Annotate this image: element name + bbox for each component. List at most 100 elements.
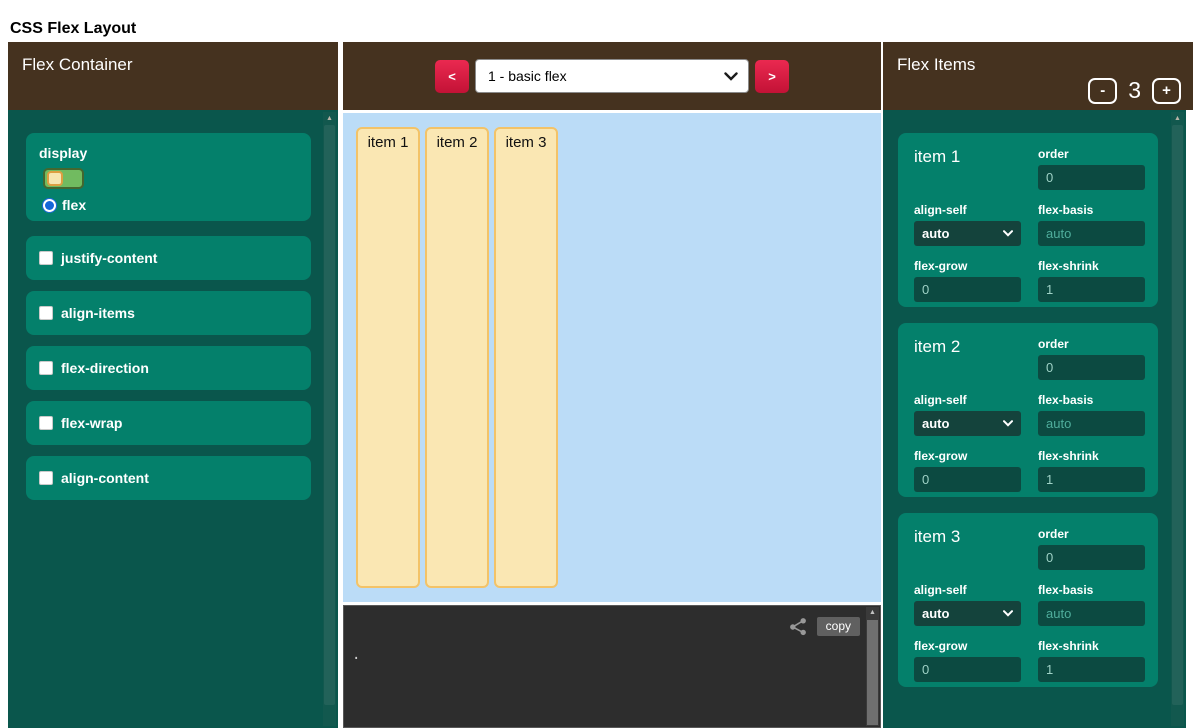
item-1-order-field: order — [1038, 147, 1146, 190]
item-3-flex-basis-field: flex-basis — [1038, 583, 1146, 626]
item-1-align-self-field: align-self auto — [914, 203, 1021, 246]
item-2-align-self-select[interactable]: auto — [914, 411, 1021, 436]
flex-grow-label: flex-grow — [914, 449, 1021, 463]
left-panel-scrollbar-thumb[interactable] — [324, 125, 335, 705]
align-self-label: align-self — [914, 393, 1021, 407]
flex-shrink-label: flex-shrink — [1038, 259, 1146, 273]
item-2-flex-shrink-field: flex-shrink — [1038, 449, 1146, 492]
item-2-flex-shrink-input[interactable] — [1038, 467, 1145, 492]
item-2-flex-basis-input[interactable] — [1038, 411, 1145, 436]
item-1-flex-shrink-input[interactable] — [1038, 277, 1145, 302]
align-self-label: align-self — [914, 583, 1021, 597]
order-label: order — [1038, 337, 1146, 351]
item-3-flex-shrink-input[interactable] — [1038, 657, 1145, 682]
scroll-up-icon[interactable]: ▲ — [866, 607, 879, 619]
display-flex-radio-row: flex — [42, 197, 311, 213]
align-self-label: align-self — [914, 203, 1021, 217]
flex-wrap-label: flex-wrap — [61, 415, 122, 431]
example-select-wrap: 1 - basic flex — [475, 59, 749, 93]
item-1-order-input[interactable] — [1038, 165, 1145, 190]
item-count: 3 — [1128, 77, 1141, 104]
add-item-button[interactable]: + — [1152, 78, 1181, 104]
scroll-up-icon[interactable]: ▲ — [1171, 112, 1184, 125]
code-scrollbar-thumb[interactable] — [867, 620, 878, 725]
right-panel-scrollbar[interactable]: ▲ — [1171, 112, 1184, 726]
scroll-up-icon[interactable]: ▲ — [323, 112, 336, 125]
order-label: order — [1038, 147, 1146, 161]
display-toggle-knob — [47, 171, 63, 186]
item-3-align-self-select[interactable]: auto — [914, 601, 1021, 626]
stage-item-2: item 2 — [425, 127, 489, 588]
flex-direction-card: flex-direction — [26, 346, 311, 390]
item-1-flex-grow-input[interactable] — [914, 277, 1021, 302]
display-toggle[interactable] — [43, 168, 84, 189]
prev-example-button[interactable]: < — [435, 60, 469, 93]
flex-shrink-label: flex-shrink — [1038, 639, 1146, 653]
remove-item-button[interactable]: - — [1088, 78, 1117, 104]
page-title: CSS Flex Layout — [10, 20, 136, 38]
example-select[interactable]: 1 - basic flex — [475, 59, 749, 93]
right-panel-scrollbar-thumb[interactable] — [1172, 125, 1183, 705]
align-content-card: align-content — [26, 456, 311, 500]
flex-items-panel-body: item 1 order align-self auto flex-basis — [883, 110, 1186, 728]
item-2-order-input[interactable] — [1038, 355, 1145, 380]
flex-wrap-card: flex-wrap — [26, 401, 311, 445]
item-2-order-field: order — [1038, 337, 1146, 380]
justify-content-checkbox[interactable] — [39, 251, 53, 265]
align-items-checkbox[interactable] — [39, 306, 53, 320]
code-tools: copy — [789, 617, 860, 636]
item-3-flex-grow-input[interactable] — [914, 657, 1021, 682]
flex-items-panel-title: Flex Items — [897, 55, 975, 74]
flex-direction-label: flex-direction — [61, 360, 149, 376]
flex-container-panel: Flex Container display flex justify-cont… — [8, 42, 338, 728]
example-bar: < 1 - basic flex > — [343, 42, 881, 110]
justify-content-card: justify-content — [26, 236, 311, 280]
item-3-order-field: order — [1038, 527, 1146, 570]
item-3-flex-shrink-field: flex-shrink — [1038, 639, 1146, 682]
justify-content-label: justify-content — [61, 250, 157, 266]
item-2-flex-grow-input[interactable] — [914, 467, 1021, 492]
item-3-flex-grow-field: flex-grow — [914, 639, 1021, 682]
flex-basis-label: flex-basis — [1038, 393, 1146, 407]
flex-items-panel: Flex Items - 3 + item 1 order align-self… — [883, 42, 1193, 728]
flex-shrink-label: flex-shrink — [1038, 449, 1146, 463]
item-1-flex-basis-field: flex-basis — [1038, 203, 1146, 246]
item-3-align-self-field: align-self auto — [914, 583, 1021, 626]
item-3-card: item 3 order align-self auto flex-basis — [898, 513, 1158, 687]
align-content-label: align-content — [61, 470, 149, 486]
item-3-flex-basis-input[interactable] — [1038, 601, 1145, 626]
item-1-align-self-select[interactable]: auto — [914, 221, 1021, 246]
item-1-flex-basis-input[interactable] — [1038, 221, 1145, 246]
align-items-label: align-items — [61, 305, 135, 321]
flex-container-panel-title: Flex Container — [22, 55, 133, 74]
share-icon[interactable] — [789, 617, 808, 636]
left-panel-scrollbar[interactable]: ▲ — [323, 112, 336, 726]
display-property-card: display flex — [26, 133, 311, 221]
code-scrollbar[interactable]: ▲ — [866, 607, 879, 726]
flex-container-stage: item 1 item 2 item 3 — [343, 113, 881, 602]
item-2-align-self-field: align-self auto — [914, 393, 1021, 436]
item-1-card-title: item 1 — [914, 147, 1021, 190]
flex-direction-checkbox[interactable] — [39, 361, 53, 375]
stage-column: < 1 - basic flex > item 1 item 2 item 3 … — [343, 42, 881, 728]
flex-grow-label: flex-grow — [914, 639, 1021, 653]
item-2-card: item 2 order align-self auto flex-basis — [898, 323, 1158, 497]
flex-grow-label: flex-grow — [914, 259, 1021, 273]
flex-wrap-checkbox[interactable] — [39, 416, 53, 430]
item-1-card: item 1 order align-self auto flex-basis — [898, 133, 1158, 307]
copy-button[interactable]: copy — [817, 617, 860, 636]
display-flex-radio[interactable] — [42, 198, 57, 213]
flex-basis-label: flex-basis — [1038, 583, 1146, 597]
code-panel: . <style> .flex-container { display: fle… — [343, 605, 881, 728]
item-3-order-input[interactable] — [1038, 545, 1145, 570]
next-example-button[interactable]: > — [755, 60, 789, 93]
display-property-label: display — [39, 145, 311, 161]
item-1-flex-shrink-field: flex-shrink — [1038, 259, 1146, 302]
flex-basis-label: flex-basis — [1038, 203, 1146, 217]
align-content-checkbox[interactable] — [39, 471, 53, 485]
stage-item-3: item 3 — [494, 127, 558, 588]
item-1-flex-grow-field: flex-grow — [914, 259, 1021, 302]
flex-items-panel-header: Flex Items - 3 + — [883, 42, 1193, 110]
item-count-controls: - 3 + — [1088, 77, 1181, 104]
code-line: . — [352, 646, 880, 666]
